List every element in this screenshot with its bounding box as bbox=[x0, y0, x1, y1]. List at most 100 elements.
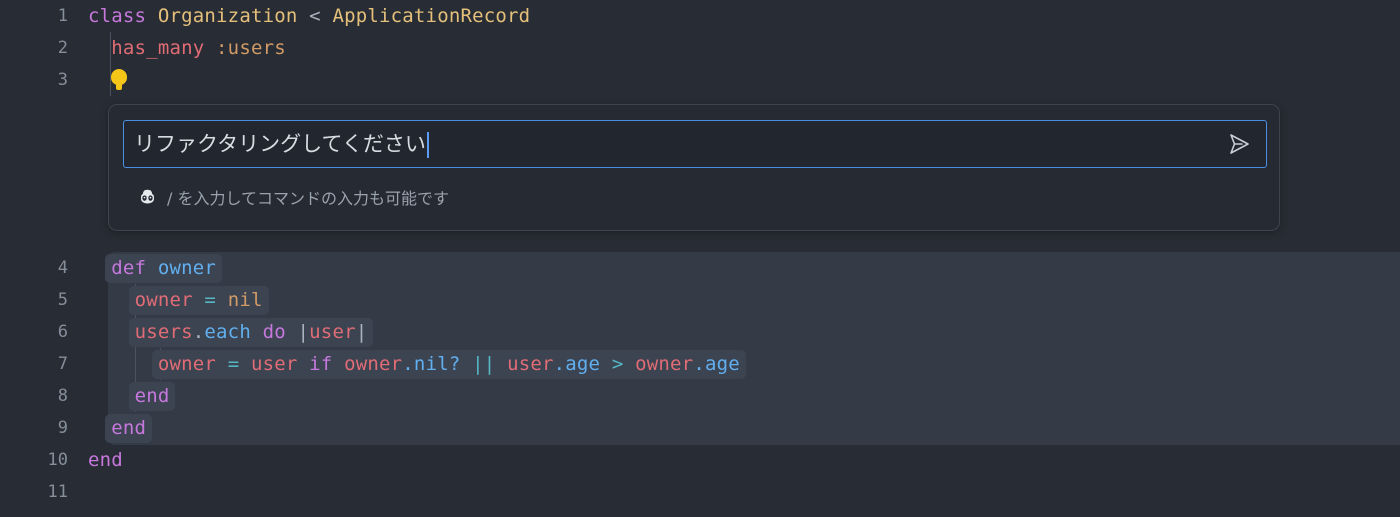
chat-input-value[interactable]: リファクタリングしてください bbox=[134, 133, 426, 155]
line-number: 9 bbox=[57, 418, 68, 438]
line-content[interactable]: end bbox=[88, 382, 176, 411]
line-number: 8 bbox=[57, 386, 68, 406]
editor-line: 8 end bbox=[0, 380, 1400, 412]
token-method-each: each bbox=[204, 321, 251, 343]
token-cond-receiver: owner bbox=[344, 353, 403, 375]
chat-input-container[interactable]: リファクタリングしてください bbox=[123, 120, 1267, 168]
suggestion-chip: users.each do |user| bbox=[128, 318, 374, 347]
chat-hint-row: / を入力してコマンドの入力も可能です bbox=[137, 185, 449, 209]
token-keyword-class: class bbox=[88, 5, 147, 27]
chat-hint-text: / を入力してコマンドの入力も可能です bbox=[167, 189, 449, 208]
line-number: 3 bbox=[57, 70, 68, 90]
editor-line: 10 end bbox=[0, 444, 1400, 476]
line-number: 2 bbox=[57, 38, 68, 58]
line-content[interactable] bbox=[88, 69, 128, 92]
code-surface: 1 class Organization < ApplicationRecord… bbox=[0, 0, 1400, 517]
token-operator-lt: < bbox=[309, 5, 321, 27]
send-button[interactable] bbox=[1222, 129, 1256, 159]
token-left-receiver-user: user bbox=[507, 353, 554, 375]
line-number: 7 bbox=[57, 354, 68, 374]
token-operator-gt: > bbox=[611, 353, 624, 375]
line-number: 6 bbox=[57, 322, 68, 342]
editor-line: 11 bbox=[0, 476, 1400, 508]
line-content[interactable]: has_many :users bbox=[88, 37, 286, 59]
token-dot: . bbox=[192, 321, 205, 343]
token-class-name: Organization bbox=[157, 5, 298, 27]
token-method-name-owner: owner bbox=[157, 257, 217, 279]
token-keyword-end: end bbox=[111, 417, 147, 439]
editor-line: 3 bbox=[0, 64, 1400, 96]
send-icon bbox=[1230, 134, 1249, 154]
editor-line: 1 class Organization < ApplicationRecord bbox=[0, 0, 1400, 32]
code-editor: 1 class Organization < ApplicationRecord… bbox=[0, 0, 1400, 517]
token-receiver-users: users bbox=[134, 321, 193, 343]
line-number: 5 bbox=[57, 290, 68, 310]
token-right-receiver-owner: owner bbox=[635, 353, 694, 375]
suggestion-chip: end bbox=[105, 414, 153, 443]
token-cond-method-nil: .nil? bbox=[402, 353, 461, 375]
line-content[interactable]: end bbox=[88, 449, 123, 471]
token-keyword-end: end bbox=[134, 385, 170, 407]
suggestion-chip: end bbox=[128, 382, 176, 411]
line-content[interactable]: owner = nil bbox=[88, 286, 269, 315]
editor-line: 7 owner = user if owner.nil? || user.age… bbox=[0, 348, 1400, 380]
token-keyword-end: end bbox=[88, 449, 123, 471]
editor-line: 6 users.each do |user| bbox=[0, 316, 1400, 348]
line-content[interactable]: def owner bbox=[88, 254, 223, 283]
line-number: 4 bbox=[57, 258, 68, 278]
token-keyword-if: if bbox=[309, 353, 333, 375]
token-operator-assign: = bbox=[204, 289, 217, 311]
token-block-variable-user: user bbox=[309, 321, 356, 343]
line-number: 10 bbox=[47, 450, 68, 470]
line-number: 1 bbox=[57, 6, 68, 26]
token-variable-owner: owner bbox=[134, 289, 193, 311]
token-symbol-users: :users bbox=[216, 37, 286, 59]
line-content[interactable]: owner = user if owner.nil? || user.age >… bbox=[88, 350, 746, 379]
editor-line: 4 def owner bbox=[0, 252, 1400, 284]
token-superclass-name: ApplicationRecord bbox=[332, 5, 531, 27]
suggestion-chip: def owner bbox=[105, 254, 223, 283]
line-number: 11 bbox=[47, 482, 68, 502]
line-content[interactable]: class Organization < ApplicationRecord bbox=[88, 5, 530, 27]
token-nil: nil bbox=[227, 289, 263, 311]
token-pipe-open: | bbox=[297, 321, 310, 343]
lightbulb-base bbox=[116, 83, 123, 91]
editor-line: 2 has_many :users bbox=[0, 32, 1400, 64]
token-operator-assign: = bbox=[227, 353, 240, 375]
token-method-has-many: has_many bbox=[111, 37, 205, 59]
suggestion-chip: owner = nil bbox=[128, 286, 269, 315]
suggestion-chip: owner = user if owner.nil? || user.age >… bbox=[151, 350, 746, 379]
token-right-property-age: .age bbox=[693, 353, 740, 375]
editor-line: 9 end bbox=[0, 412, 1400, 444]
token-value-user: user bbox=[250, 353, 298, 375]
token-keyword-def: def bbox=[111, 257, 147, 279]
copilot-icon bbox=[141, 189, 154, 203]
token-pipe-close: | bbox=[355, 321, 368, 343]
editor-line: 5 owner = nil bbox=[0, 284, 1400, 316]
text-caret bbox=[426, 132, 429, 158]
line-content[interactable]: end bbox=[88, 414, 153, 443]
token-operator-or: || bbox=[472, 353, 496, 375]
lightbulb-icon[interactable] bbox=[111, 69, 128, 91]
line-content[interactable]: users.each do |user| bbox=[88, 318, 374, 347]
